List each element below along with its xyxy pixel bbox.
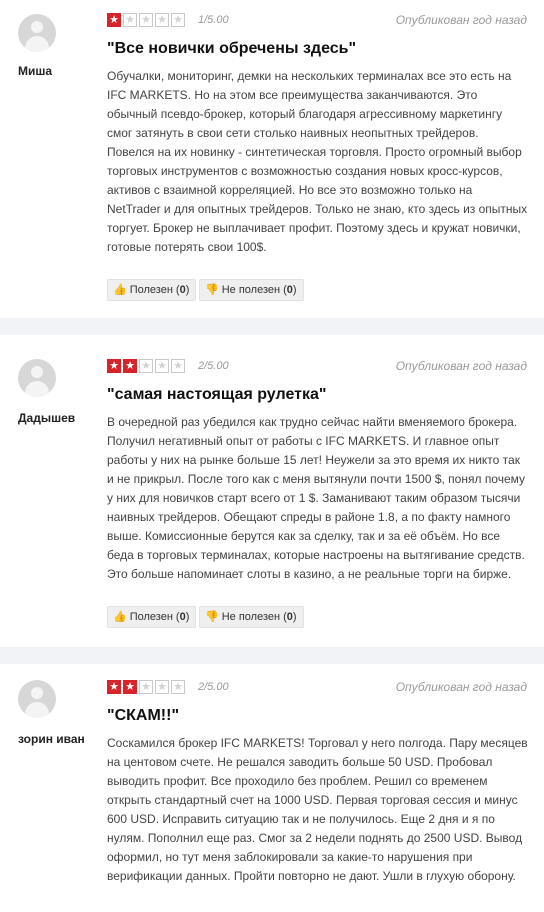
review-title: "Все новички обречены здесь" (107, 40, 357, 57)
star-icon: ★ (171, 680, 185, 694)
star-icon: ★ (123, 359, 137, 373)
star-icon: ★ (155, 359, 169, 373)
star-rating: ★ ★ ★ ★ ★ (107, 359, 185, 373)
star-rating: ★ ★ ★ ★ ★ (107, 13, 185, 27)
not-helpful-button[interactable]: 👎 Не полезен (0) (199, 606, 304, 628)
review-title: "самая настоящая рулетка" (107, 386, 327, 403)
author-name: Дадышев (18, 411, 76, 425)
helpful-button[interactable]: 👍 Полезен (0) (107, 606, 197, 628)
not-helpful-label: Не полезен (221, 611, 281, 623)
star-icon: ★ (171, 13, 185, 27)
rating-score: 2/5.00 (198, 681, 229, 693)
rating-score: 1/5.00 (198, 14, 229, 26)
review-separator (0, 318, 544, 335)
helpful-label: Полезен (129, 611, 173, 623)
helpful-button[interactable]: 👍 Полезен (0) (107, 279, 197, 301)
star-icon: ★ (171, 359, 185, 373)
review-text: Обучалки, мониторинг, демки на нескольки… (107, 69, 528, 254)
review-title: "СКАМ!!" (107, 707, 180, 724)
not-helpful-label: Не полезен (221, 284, 281, 296)
thumbs-down-icon: 👎 (205, 284, 219, 296)
avatar-head-shape (31, 21, 43, 33)
helpful-count: (0) (175, 284, 190, 296)
star-icon: ★ (155, 680, 169, 694)
not-helpful-button[interactable]: 👎 Не полезен (0) (199, 279, 304, 301)
star-icon: ★ (155, 13, 169, 27)
star-icon: ★ (107, 13, 121, 27)
published-date: Опубликован год назад (395, 13, 527, 27)
thumbs-up-icon: 👍 (113, 284, 127, 296)
review-card: Дадышев ★ ★ ★ ★ ★ 2/5.00 Опубликован год… (0, 335, 544, 647)
star-icon: ★ (139, 13, 153, 27)
avatar-body-shape (25, 702, 49, 718)
avatar (18, 680, 56, 718)
avatar-head-shape (31, 366, 43, 378)
helpful-label: Полезен (129, 284, 173, 296)
rating-score: 2/5.00 (198, 360, 229, 372)
review-text: Соскамился брокер IFC MARKETS! Торговал … (107, 736, 528, 883)
helpful-count: (0) (175, 611, 190, 623)
star-icon: ★ (139, 680, 153, 694)
avatar-body-shape (25, 381, 49, 397)
star-icon: ★ (107, 680, 121, 694)
review-card: Миша ★ ★ ★ ★ ★ 1/5.00 Опубликован год на… (0, 0, 544, 318)
review-separator (0, 647, 544, 664)
not-helpful-count: (0) (283, 284, 297, 296)
author-name: зорин иван (18, 732, 85, 746)
published-date: Опубликован год назад (395, 359, 527, 373)
thumbs-up-icon: 👍 (113, 611, 127, 623)
avatar (18, 359, 56, 397)
star-icon: ★ (123, 13, 137, 27)
thumbs-down-icon: 👎 (205, 611, 219, 623)
published-date: Опубликован год назад (395, 680, 527, 694)
review-card: зорин иван ★ ★ ★ ★ ★ 2/5.00 Опубликован … (0, 664, 544, 912)
avatar (18, 14, 56, 52)
not-helpful-count: (0) (283, 611, 297, 623)
review-text: В очередной раз убедился как трудно сейч… (107, 415, 526, 581)
star-icon: ★ (107, 359, 121, 373)
star-icon: ★ (123, 680, 137, 694)
author-name: Миша (18, 64, 53, 78)
avatar-head-shape (31, 687, 43, 699)
avatar-body-shape (25, 36, 49, 52)
star-rating: ★ ★ ★ ★ ★ (107, 680, 185, 694)
star-icon: ★ (139, 359, 153, 373)
